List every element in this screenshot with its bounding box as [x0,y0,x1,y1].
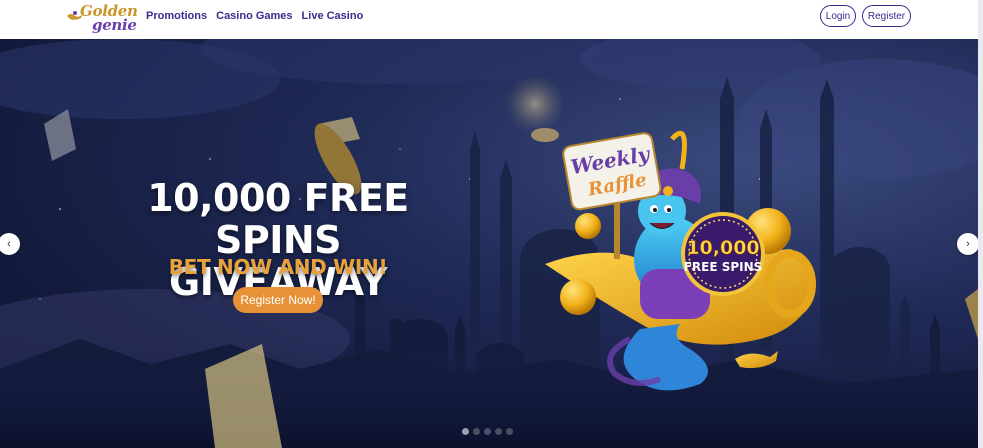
nav-live-casino[interactable]: Live Casino [302,10,364,22]
nav-casino-games[interactable]: Casino Games [216,10,292,22]
carousel-dot-3[interactable] [484,428,491,435]
badge-text: FREE SPINS [684,260,763,274]
hero-headline: 10,000 FREE SPINS GIVEAWAY [96,177,460,303]
carousel-dots [462,428,513,435]
register-button[interactable]: Register [862,5,911,27]
page-scrollbar[interactable] [978,0,983,448]
site-header: Golden genie Promotions Casino Games Liv… [0,0,978,39]
golden-genie-logo[interactable]: Golden genie [66,2,138,36]
carousel-dot-5[interactable] [506,428,513,435]
logo-text-genie: genie [92,16,137,34]
nav-promotions[interactable]: Promotions [146,10,207,22]
carousel-dot-1[interactable] [462,428,469,435]
hero-banner: Weekly Raffle 10,000 FREE SPINS 10,000 F… [0,39,978,448]
carousel-dot-4[interactable] [495,428,502,435]
main-nav: Promotions Casino Games Live Casino [146,10,363,22]
carousel-next-button[interactable]: › [957,233,978,255]
carousel-dot-2[interactable] [473,428,480,435]
register-now-button[interactable]: Register Now! [233,287,323,313]
badge-number: 10,000 [686,237,759,259]
chevron-left-icon: ‹ [7,238,11,250]
hero-subheadline: BET NOW AND WIN! [168,255,388,279]
chevron-right-icon: › [966,238,970,250]
login-button[interactable]: Login [820,5,856,27]
headline-line-1: 10,000 FREE SPINS [147,176,409,262]
